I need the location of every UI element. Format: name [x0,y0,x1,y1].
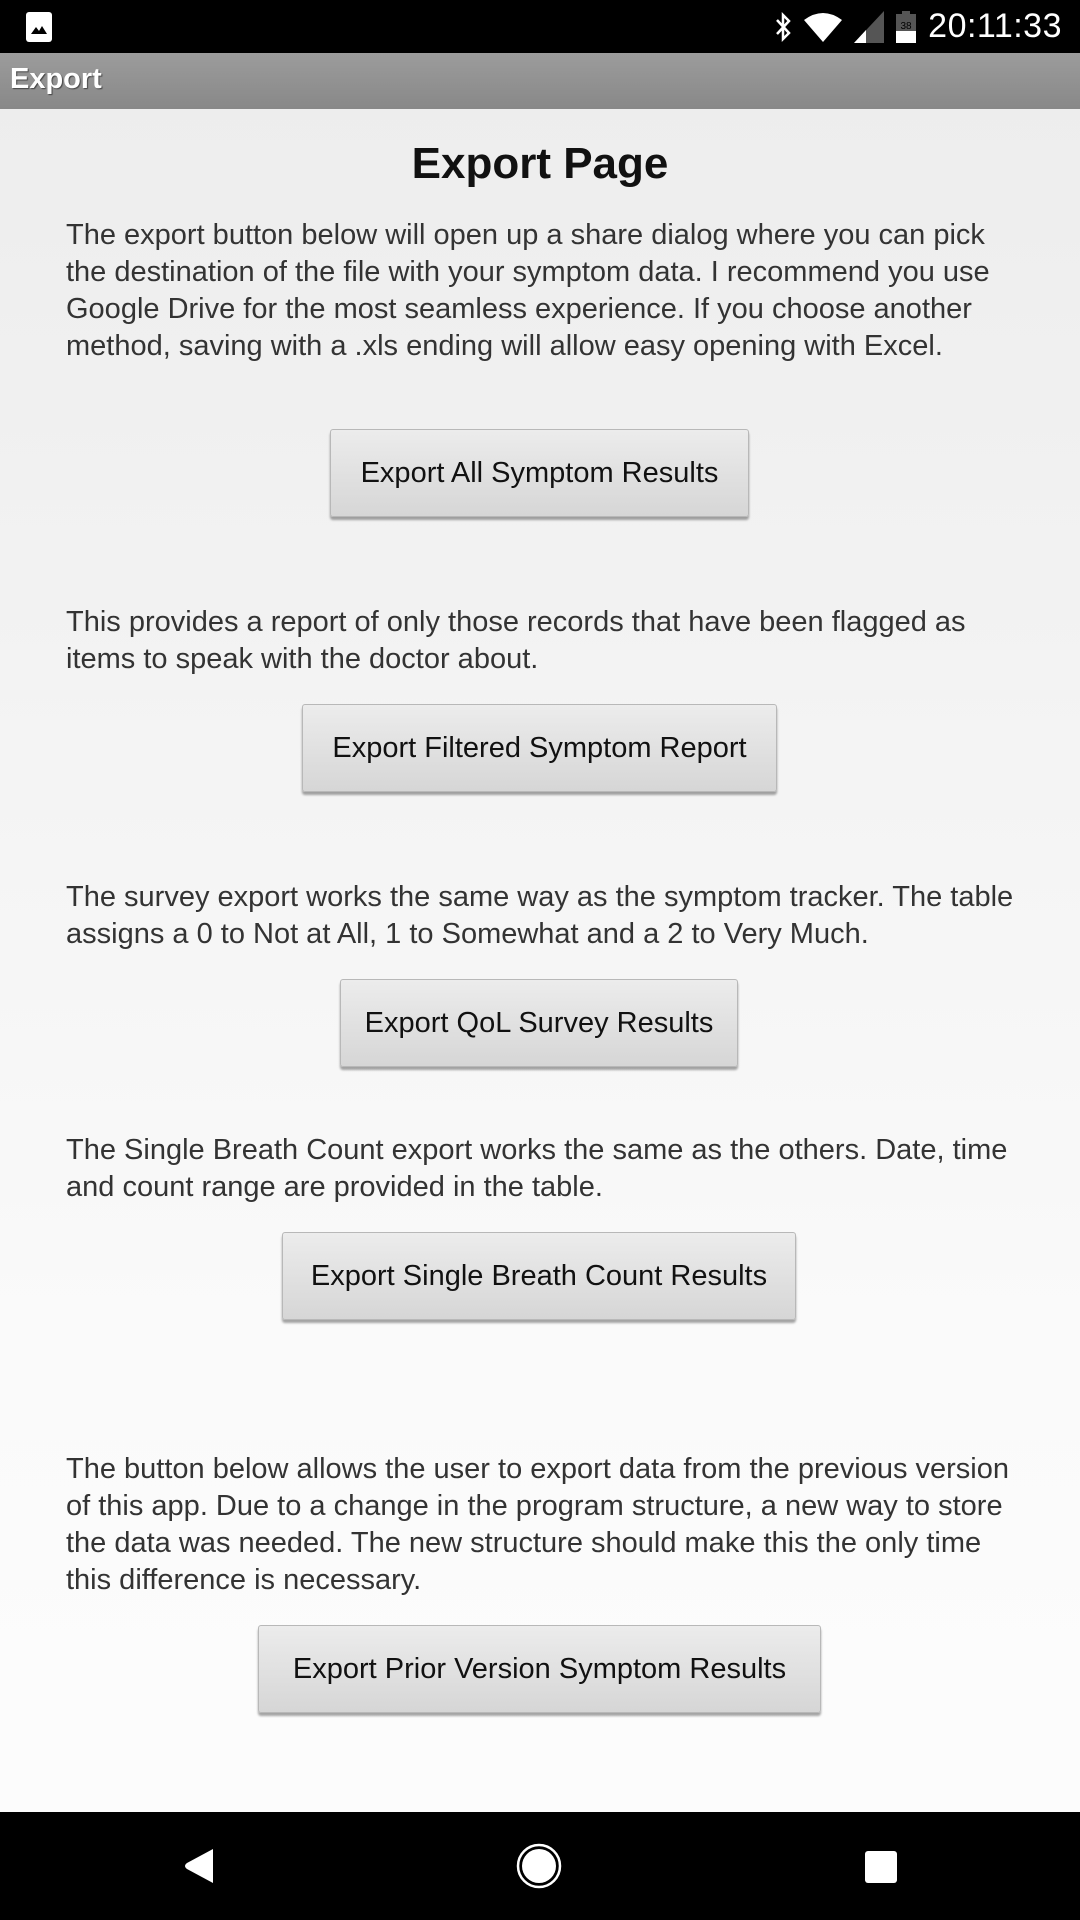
export-qol-survey-results-button[interactable]: Export QoL Survey Results [340,979,738,1067]
export-single-breath-count-results-button[interactable]: Export Single Breath Count Results [282,1232,796,1320]
section-description: The Single Breath Count export works the… [66,1134,1008,1203]
cell-signal-icon [854,10,885,43]
app-bar-title: Export [10,63,102,95]
status-bar: 38 20:11:33 [0,0,1080,53]
home-button-icon[interactable] [516,1843,562,1889]
bluetooth-icon [776,11,791,42]
page-title: Export Page [411,139,669,188]
wifi-icon [804,12,843,42]
gallery-notification-icon [26,12,52,42]
clock: 20:11:33 [928,7,1062,45]
section-description: This provides a report of only those rec… [66,606,966,675]
export-all-symptom-results-button[interactable]: Export All Symptom Results [330,429,749,517]
app-bar: Export [0,53,1080,109]
section-description: The button below allows the user to expo… [66,1453,1010,1596]
export-page-content: Export Page The export button below will… [0,109,1080,1812]
back-button-icon[interactable] [183,1847,217,1885]
svg-text:38: 38 [901,21,913,32]
export-filtered-symptom-report-button[interactable]: Export Filtered Symptom Report [302,704,777,792]
section-description: The export button below will open up a s… [66,219,990,362]
section-description: The survey export works the same way as … [66,881,1014,950]
recents-button-icon[interactable] [864,1850,898,1884]
battery-icon: 38 [896,10,917,43]
navigation-bar [0,1812,1080,1920]
export-prior-version-symptom-results-button[interactable]: Export Prior Version Symptom Results [258,1625,821,1713]
